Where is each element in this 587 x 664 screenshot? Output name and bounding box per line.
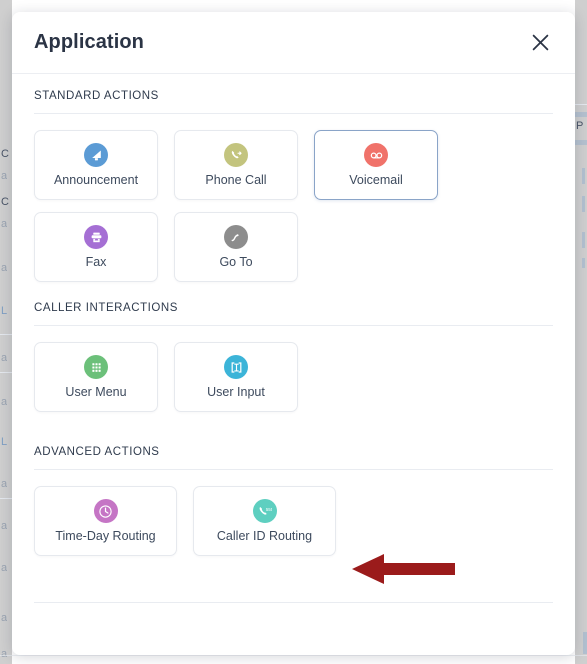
action-card-voicemail[interactable]: Voicemail <box>314 130 438 200</box>
bg-text-fragment: a <box>1 648 8 660</box>
page-title: Application <box>34 31 144 53</box>
voicemail-icon <box>364 143 388 168</box>
modal-body: STANDARD ACTIONS Announcement Phone Call… <box>12 74 575 602</box>
bg-text-fragment: a <box>1 396 8 408</box>
action-card-label: Announcement <box>53 173 139 188</box>
bg-bar <box>582 258 585 268</box>
backdrop-right-edge <box>575 0 587 664</box>
bg-text-fragment: C <box>1 148 9 160</box>
bg-text-fragment: C <box>1 196 9 208</box>
bg-bar <box>575 140 587 145</box>
action-card-label: Caller ID Routing <box>216 529 313 544</box>
bg-text-fragment: a <box>1 478 8 490</box>
action-card-user-input[interactable]: User Input <box>174 342 298 412</box>
svg-text:555: 555 <box>266 507 272 512</box>
bg-bar <box>583 632 587 654</box>
section-caller-interactions: CALLER INTERACTIONS User Menu User Input <box>12 286 575 430</box>
action-card-go-to[interactable]: Go To <box>174 212 298 282</box>
action-card-label: Go To <box>219 255 253 270</box>
bg-divider <box>0 655 587 656</box>
action-card-caller-id-routing[interactable]: 555 Caller ID Routing <box>193 486 336 556</box>
bg-text-fragment: a <box>1 352 8 364</box>
section-title: CALLER INTERACTIONS <box>34 286 553 326</box>
action-card-label: User Input <box>207 385 265 400</box>
action-card-label: User Menu <box>65 385 127 400</box>
modal-footer <box>34 602 553 655</box>
action-card-time-day-routing[interactable]: Time-Day Routing <box>34 486 177 556</box>
card-row: Fax Go To <box>34 200 553 286</box>
section-advanced-actions: ADVANCED ACTIONS Time-Day Routing 55 Cal… <box>12 430 575 574</box>
user-input-icon <box>224 355 248 380</box>
modal-header: Application <box>12 12 575 74</box>
card-row: User Menu User Input <box>34 326 553 430</box>
close-icon[interactable] <box>527 30 553 56</box>
section-standard-actions: STANDARD ACTIONS Announcement Phone Call… <box>12 74 575 286</box>
phone-call-icon <box>224 143 248 168</box>
action-card-fax[interactable]: Fax <box>34 212 158 282</box>
bg-divider <box>575 104 587 105</box>
action-card-phone-call[interactable]: Phone Call <box>174 130 298 200</box>
action-card-user-menu[interactable]: User Menu <box>34 342 158 412</box>
action-card-label: Fax <box>85 255 107 270</box>
card-row: Time-Day Routing 555 Caller ID Routing <box>34 470 553 574</box>
bg-text-fragment: a <box>1 262 8 274</box>
bg-bar <box>575 112 587 117</box>
bg-text-fragment: P <box>576 120 584 132</box>
card-row: Announcement Phone Call Voicemail <box>34 114 553 200</box>
go-to-icon <box>224 225 248 250</box>
bg-text-fragment: a <box>1 520 8 532</box>
bg-bar <box>582 232 585 248</box>
action-card-announcement[interactable]: Announcement <box>34 130 158 200</box>
action-card-label: Voicemail <box>349 173 403 188</box>
clock-icon <box>93 499 118 524</box>
action-card-label: Time-Day Routing <box>55 529 156 544</box>
user-menu-icon <box>84 355 108 380</box>
bg-text-fragment: a <box>1 218 8 230</box>
section-title: ADVANCED ACTIONS <box>34 430 553 470</box>
bg-text-fragment: L <box>1 436 8 448</box>
bg-text-fragment: a <box>1 562 8 574</box>
fax-icon <box>84 225 108 250</box>
section-title: STANDARD ACTIONS <box>34 74 553 114</box>
bg-text-fragment: a <box>1 612 8 624</box>
bg-bar <box>582 196 585 212</box>
announcement-icon <box>84 143 108 168</box>
bg-text-fragment: a <box>1 170 8 182</box>
bg-text-fragment: L <box>1 305 8 317</box>
caller-id-icon: 555 <box>252 499 277 524</box>
application-modal: Application STANDARD ACTIONS Announcemen… <box>12 12 575 655</box>
bg-bar <box>582 168 585 184</box>
action-card-label: Phone Call <box>205 173 267 188</box>
